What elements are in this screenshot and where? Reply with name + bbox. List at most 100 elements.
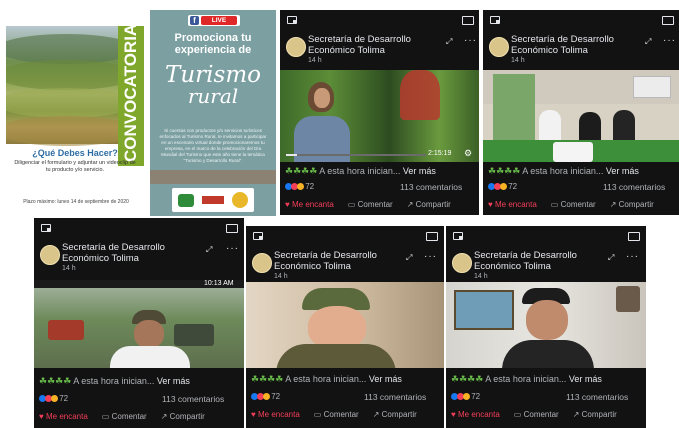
comment-count[interactable]: 113 comentarios: [400, 182, 462, 192]
post-card-5[interactable]: Secretaría de Desarrollo Económico Tolima…: [446, 226, 646, 428]
love-button[interactable]: ♥ Me encanta: [39, 412, 88, 421]
minimize-icon[interactable]: [490, 16, 500, 24]
reactions[interactable]: 72: [451, 392, 480, 401]
comment-button[interactable]: ▭ Comentar: [314, 410, 359, 419]
comment-button[interactable]: ▭ Comentar: [551, 200, 596, 209]
post-card-1[interactable]: Secretaría de Desarrollo Económico Tolima…: [280, 10, 479, 215]
heart-icon: ♥: [39, 412, 44, 421]
see-more-link[interactable]: Ver más: [606, 166, 639, 176]
post-card-2[interactable]: Secretaría de Desarrollo Económico Tolima…: [483, 10, 679, 215]
post-time: 14 h: [308, 57, 322, 64]
video-player[interactable]: 10:13 AM: [34, 280, 244, 368]
poster-deadline: Plazo máximo: lunes 14 de septiembre de …: [23, 199, 129, 205]
heart-icon: ♥: [488, 200, 493, 209]
poster-heading: Promociona tu experiencia de: [174, 32, 252, 56]
avatar[interactable]: [40, 245, 60, 265]
avatar[interactable]: [252, 253, 272, 273]
comment-icon: ▭: [347, 200, 356, 209]
expand-icon[interactable]: ⤢: [645, 37, 651, 47]
post-caption: ☘☘☘☘ A esta hora inician... Ver más: [451, 374, 602, 384]
comment-button[interactable]: ▭ Comentar: [102, 412, 147, 421]
avatar[interactable]: [489, 37, 509, 57]
speaker-head: [526, 300, 568, 340]
action-bar: ♥ Me encanta ▭ Comentar ↗ Compartir: [285, 200, 451, 209]
minimize-icon[interactable]: [453, 232, 463, 240]
poster-script-word-2: rural: [187, 84, 239, 108]
action-bar: ♥ Me encanta ▭ Comentar ↗ Compartir: [39, 412, 205, 421]
avatar[interactable]: [286, 37, 306, 57]
minimize-icon[interactable]: [253, 232, 263, 240]
comment-count[interactable]: 113 comentarios: [364, 392, 426, 402]
convocatoria-title: CONVOCATORIA: [121, 26, 140, 162]
love-button[interactable]: ♥ Me encanta: [285, 200, 334, 209]
cast-icon[interactable]: [462, 16, 474, 25]
see-more-link[interactable]: Ver más: [403, 166, 436, 176]
speaker-shirt: [276, 344, 396, 368]
minimize-icon[interactable]: [287, 16, 297, 24]
comment-count[interactable]: 113 comentarios: [603, 182, 665, 192]
reactions[interactable]: 72: [488, 182, 517, 191]
video-player[interactable]: [246, 282, 444, 368]
cast-icon[interactable]: [426, 232, 438, 241]
see-more-link[interactable]: Ver más: [569, 374, 602, 384]
convocatoria-poster: CONVOCATORIA ¿Qué Debes Hacer? Diligenci…: [6, 26, 144, 212]
heart-icon: ♥: [285, 200, 290, 209]
see-more-link[interactable]: Ver más: [369, 374, 402, 384]
poster-instructions: Diligenciar el formulario y adjuntar un …: [14, 160, 136, 173]
comment-button[interactable]: ▭ Comentar: [348, 200, 393, 209]
video-progress-bar[interactable]: [286, 154, 426, 156]
comment-count[interactable]: 113 comentarios: [162, 394, 224, 404]
page-name[interactable]: Secretaría de Desarrollo Económico Tolima: [308, 34, 411, 56]
more-dots-icon[interactable]: ···: [226, 243, 239, 254]
expand-icon[interactable]: ⤢: [446, 37, 452, 47]
share-button[interactable]: ↗ Compartir: [610, 200, 654, 209]
minimize-icon[interactable]: [41, 224, 51, 232]
share-button[interactable]: ↗ Compartir: [573, 410, 617, 419]
reactions[interactable]: 72: [251, 392, 280, 401]
page-name[interactable]: Secretaría de Desarrollo Económico Tolima: [62, 242, 165, 264]
comment-count[interactable]: 113 comentarios: [566, 392, 628, 402]
more-dots-icon[interactable]: ···: [464, 35, 477, 46]
page-name[interactable]: Secretaría de Desarrollo Económico Tolima: [274, 250, 377, 272]
share-icon: ↗: [372, 410, 380, 419]
reactions[interactable]: 72: [285, 182, 314, 191]
expand-icon[interactable]: ⤢: [608, 253, 614, 263]
see-more-link[interactable]: Ver más: [157, 376, 190, 386]
page-name[interactable]: Secretaría de Desarrollo Económico Tolima: [474, 250, 577, 272]
post-caption: ☘☘☘☘ A esta hora inician... Ver más: [39, 376, 190, 386]
love-button[interactable]: ♥ Me encanta: [451, 410, 500, 419]
reactions[interactable]: 72: [39, 394, 68, 403]
post-card-4[interactable]: Secretaría de Desarrollo Económico Tolima…: [246, 226, 444, 428]
share-button[interactable]: ↗ Compartir: [373, 410, 417, 419]
cast-icon[interactable]: [628, 232, 640, 241]
love-button[interactable]: ♥ Me encanta: [488, 200, 537, 209]
video-player[interactable]: 2:15:19 ⚙: [280, 70, 479, 162]
cast-icon[interactable]: [226, 224, 238, 233]
video-player[interactable]: [483, 70, 679, 162]
more-dots-icon[interactable]: ···: [663, 35, 676, 46]
event-banner: [493, 74, 535, 144]
clover-icon: ☘☘☘☘: [39, 376, 72, 386]
post-time: 14 h: [62, 265, 76, 272]
share-button[interactable]: ↗ Compartir: [161, 412, 205, 421]
heart-icon: ♥: [251, 410, 256, 419]
more-dots-icon[interactable]: ···: [424, 251, 437, 262]
speaker-head: [134, 320, 164, 348]
comment-button[interactable]: ▭ Comentar: [514, 410, 559, 419]
more-dots-icon[interactable]: ···: [626, 251, 639, 262]
avatar[interactable]: [452, 253, 472, 273]
love-button[interactable]: ♥ Me encanta: [251, 410, 300, 419]
settings-gear-icon[interactable]: ⚙: [464, 148, 472, 159]
post-caption: ☘☘☘☘ A esta hora inician... Ver más: [488, 166, 639, 176]
page-name[interactable]: Secretaría de Desarrollo Económico Tolima: [511, 34, 614, 56]
cast-icon[interactable]: [662, 16, 674, 25]
post-card-3[interactable]: Secretaría de Desarrollo Económico Tolima…: [34, 218, 244, 428]
share-icon: ↗: [572, 410, 580, 419]
share-button[interactable]: ↗ Compartir: [407, 200, 451, 209]
facebook-icon: f: [190, 16, 199, 25]
expand-icon[interactable]: ⤢: [406, 253, 412, 263]
post-caption: ☘☘☘☘ A esta hora inician... Ver más: [251, 374, 402, 384]
expand-icon[interactable]: ⤢: [206, 245, 212, 255]
video-player[interactable]: [446, 282, 646, 368]
share-icon: ↗: [406, 200, 414, 209]
